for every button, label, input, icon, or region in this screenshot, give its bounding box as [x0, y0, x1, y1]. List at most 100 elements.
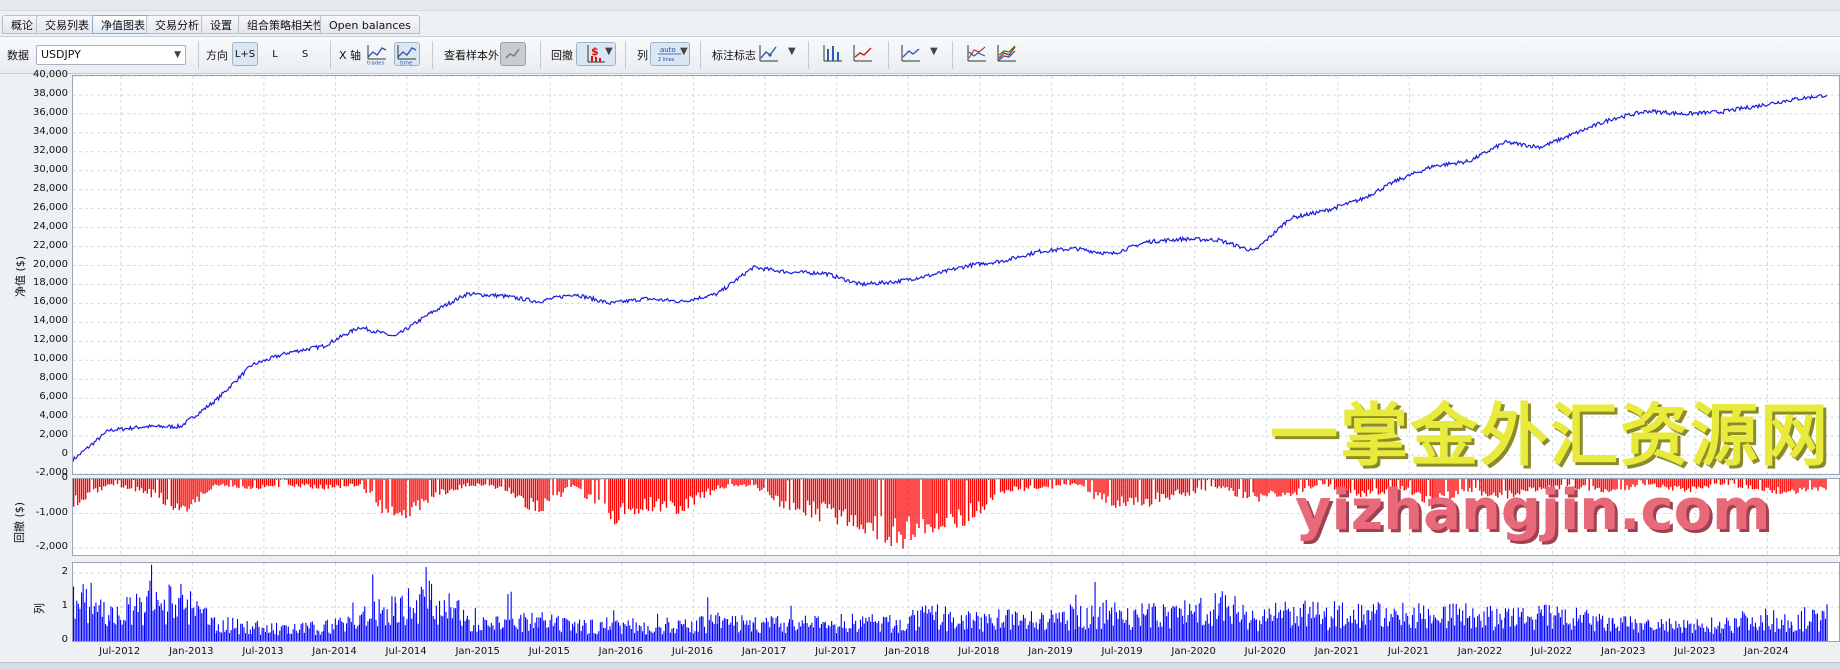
bar-chart-button[interactable] [820, 42, 846, 66]
equity-line-button[interactable] [850, 42, 876, 66]
drawdown-bar [1163, 479, 1164, 494]
separator [540, 41, 541, 69]
equity-ytick: 36,000 [33, 107, 68, 118]
drawdown-bar [1288, 479, 1289, 493]
tab-settings[interactable]: 设置 [201, 15, 241, 34]
separator [198, 41, 199, 69]
drawdown-bar [934, 479, 935, 528]
drawdown-bar [560, 479, 561, 497]
direction-ls-button[interactable]: L+S [232, 42, 258, 66]
drawdown-bar [875, 479, 876, 516]
drawdown-bar [644, 479, 645, 499]
column-bar [1521, 612, 1522, 641]
direction-short-button[interactable]: S [292, 42, 318, 66]
column-chart-svg [73, 563, 1839, 641]
compare-button[interactable] [964, 42, 990, 66]
column-bar [291, 634, 292, 641]
column-bar [1737, 627, 1738, 641]
column-bar [1571, 630, 1572, 641]
column-ytick: 2 [62, 566, 68, 577]
column-bar [1686, 628, 1687, 641]
svg-text:time: time [400, 61, 413, 66]
column-bar [1487, 607, 1488, 641]
column-bar [1091, 606, 1092, 641]
column-bar [1644, 624, 1645, 642]
drawdown-bar [483, 479, 484, 485]
data-select[interactable]: USDJPY ▼ [36, 45, 186, 65]
drawdown-bar [260, 479, 261, 489]
column-dropdown-chevron-icon[interactable]: ▼ [680, 46, 688, 57]
column-bar [1577, 621, 1578, 641]
drawdown-bar [258, 479, 259, 489]
chart-style-chevron-icon[interactable]: ▼ [930, 46, 938, 57]
column-bar [1773, 610, 1774, 641]
column-bar [1367, 610, 1368, 641]
drawdown-bar [1254, 479, 1255, 496]
drawdown-bar [1177, 479, 1178, 490]
column-bar [877, 623, 878, 641]
column-bar [406, 619, 407, 641]
column-bar [989, 614, 990, 641]
drawdown-bar [704, 479, 705, 498]
column-bar [733, 626, 734, 641]
column-bar [714, 624, 715, 641]
xaxis-time-button[interactable]: time [394, 42, 420, 66]
tab-equity-chart[interactable]: 净值图表 [92, 15, 154, 34]
column-bar [1503, 628, 1504, 641]
drawdown-bar [883, 479, 884, 480]
drawdown-bar [1028, 479, 1029, 489]
column-bar [593, 633, 594, 641]
column-bar [1292, 625, 1293, 641]
column-bar [1194, 612, 1195, 641]
column-bar [1348, 622, 1349, 641]
column-chart-panel [72, 562, 1840, 642]
drawdown-bar [592, 479, 593, 480]
column-bar [1684, 628, 1685, 641]
mark-dropdown-chevron-icon[interactable]: ▼ [788, 46, 796, 57]
tab-open-balances[interactable]: Open balances [320, 15, 420, 34]
column-bar [1000, 628, 1001, 641]
column-bar [1096, 629, 1097, 641]
drawdown-bar [1006, 479, 1007, 490]
time-axis-tick: Jul-2015 [529, 646, 570, 657]
mark-button[interactable] [756, 42, 782, 66]
column-bar [590, 620, 591, 641]
column-bar [427, 609, 428, 641]
column-bar [421, 587, 422, 641]
drawdown-ytick: 0 [62, 472, 68, 483]
column-bar [1415, 628, 1416, 641]
column-bar [476, 632, 477, 641]
drawdown-bar [431, 479, 432, 497]
tab-portfolio-correlation[interactable]: 组合策略相关性 [238, 15, 333, 34]
multi-line-button[interactable] [994, 42, 1020, 66]
column-bar [460, 621, 461, 642]
column-bar [198, 606, 199, 641]
column-bar [1387, 626, 1388, 641]
drawdown-bar [1077, 479, 1078, 485]
column-bar [838, 627, 839, 641]
column-bar [1542, 616, 1543, 641]
drawdown-bar [455, 479, 456, 490]
column-bar [1208, 624, 1209, 641]
xaxis-trades-button[interactable]: trades [364, 42, 390, 66]
column-bar [693, 633, 694, 641]
column-bar [424, 597, 425, 641]
drawdown-bar [902, 479, 903, 549]
drawdown-dropdown-chevron-icon[interactable]: ▼ [605, 46, 613, 57]
tab-trade-analysis[interactable]: 交易分析 [146, 15, 208, 34]
drawdown-bar [1101, 479, 1102, 500]
column-bar [390, 625, 391, 641]
drawdown-bar [451, 479, 452, 489]
column-bar [1247, 630, 1248, 641]
column-bar [514, 625, 515, 641]
drawdown-bar [1141, 479, 1142, 506]
column-bar [1079, 627, 1080, 642]
chart-style-button[interactable] [898, 42, 924, 66]
tab-trade-list[interactable]: 交易列表 [36, 15, 98, 34]
column-bar [1827, 604, 1828, 641]
direction-long-button[interactable]: L [262, 42, 288, 66]
drawdown-bar [1125, 479, 1126, 506]
drawdown-bar [1010, 479, 1011, 491]
column-bar [504, 619, 505, 641]
out-of-sample-toggle[interactable] [500, 42, 526, 66]
